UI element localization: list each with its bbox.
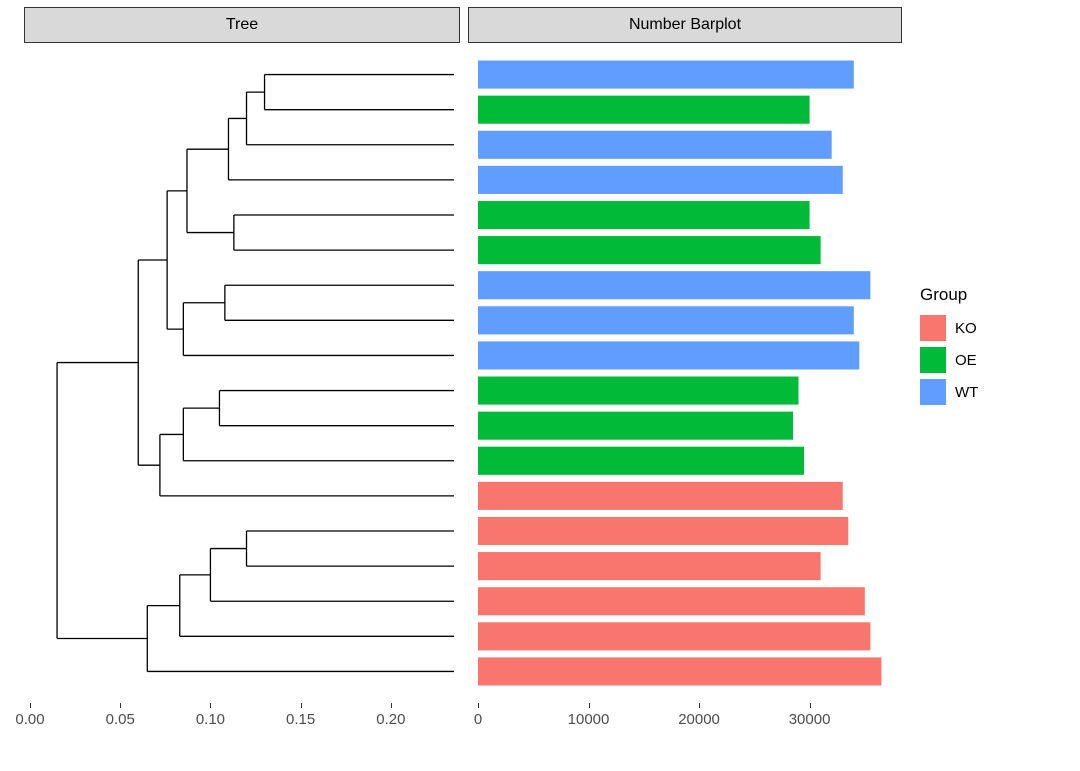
legend-item: WT [920, 377, 978, 407]
axis-tick-label: 30000 [789, 711, 831, 728]
axis-tick [810, 703, 811, 708]
facet-label-bar: Number Barplot [629, 16, 741, 33]
legend-swatch [920, 347, 946, 373]
barplot-svg [468, 43, 902, 703]
bar [478, 306, 854, 334]
legend-label: OE [955, 352, 977, 369]
axis-tick-label: 0 [474, 711, 482, 728]
bar [478, 622, 870, 650]
axis-tick-label: 20000 [678, 711, 720, 728]
bar [478, 377, 799, 405]
dendrogram-svg [24, 43, 460, 703]
axis-tick [391, 703, 392, 708]
axis-tick-label: 0.20 [376, 711, 405, 728]
bar [478, 201, 810, 229]
legend-item: KO [920, 313, 978, 343]
bar-x-axis: 0 10000 20000 30000 [468, 703, 902, 753]
axis-tick [30, 703, 31, 708]
legend-title: Group [920, 285, 978, 305]
facet-strip-bar: Number Barplot [468, 7, 902, 43]
bar [478, 412, 793, 440]
axis-tick [210, 703, 211, 708]
composite-chart: Tree Number Barplot 0.00 0.05 0.10 0.15 0.20… [0, 0, 1080, 771]
bar [478, 96, 810, 124]
bar [478, 166, 843, 194]
bar [478, 657, 881, 685]
axis-tick-label: 0.05 [106, 711, 135, 728]
tree-x-axis: 0.000.050.100.150.20 [24, 703, 460, 753]
axis-tick-label: 0.10 [196, 711, 225, 728]
axis-tick [589, 703, 590, 708]
facet-label-tree: Tree [226, 16, 258, 33]
axis-tick [301, 703, 302, 708]
axis-tick [120, 703, 121, 708]
bar [478, 61, 854, 89]
bar [478, 271, 870, 299]
legend-label: WT [955, 384, 978, 401]
legend-item: OE [920, 345, 978, 375]
legend-label: KO [955, 320, 977, 337]
axis-tick-label: 0.00 [15, 711, 44, 728]
legend-swatch [920, 315, 946, 341]
bar [478, 236, 821, 264]
axis-tick-label: 0.15 [286, 711, 315, 728]
axis-tick [478, 703, 479, 708]
bar [478, 587, 865, 615]
bar [478, 482, 843, 510]
facet-strip-tree: Tree [24, 7, 460, 43]
bar [478, 552, 821, 580]
dendrogram-panel [24, 43, 460, 703]
axis-tick-label: 10000 [568, 711, 610, 728]
legend-swatch [920, 379, 946, 405]
legend: Group KO OE WT [920, 285, 978, 409]
bar [478, 447, 804, 475]
barplot-panel [468, 43, 902, 703]
axis-tick [699, 703, 700, 708]
bar [478, 517, 848, 545]
bar [478, 131, 832, 159]
bar [478, 341, 859, 369]
